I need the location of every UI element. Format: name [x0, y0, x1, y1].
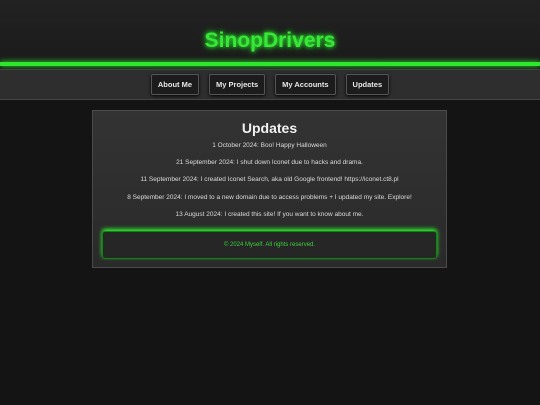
- update-item: 1 October 2024: Boo! Happy Halloween: [212, 142, 327, 149]
- update-item: 13 August 2024: I created this site! If …: [175, 210, 364, 218]
- update-item: 11 September 2024: I created Iconet Sear…: [140, 176, 399, 184]
- nav-buttons: About Me My Projects My Accounts Updates: [0, 74, 540, 95]
- footer-copyright: © 2024 Myself. All rights reserved.: [223, 242, 316, 248]
- nav-my-accounts-button[interactable]: My Accounts: [275, 74, 336, 95]
- nav-about-me-button[interactable]: About Me: [150, 74, 200, 95]
- nav-bar: About Me My Projects My Accounts Updates: [0, 69, 540, 100]
- update-item: 21 September 2024: I shut down Iconet du…: [176, 159, 363, 167]
- footer: © 2024 Myself. All rights reserved.: [102, 231, 437, 259]
- site-header: SinopDrivers: [0, 0, 540, 62]
- updates-panel: Updates 1 October 2024: Boo! Happy Hallo…: [92, 110, 447, 268]
- page-title: Updates: [241, 120, 298, 136]
- updates-list: 1 October 2024: Boo! Happy Halloween 21 …: [93, 142, 446, 219]
- nav-updates-button[interactable]: Updates: [345, 74, 390, 95]
- update-item: 8 September 2024: I moved to a new domai…: [127, 193, 412, 201]
- header-divider: [0, 62, 540, 66]
- site-title: SinopDrivers: [204, 29, 336, 52]
- nav-my-projects-button[interactable]: My Projects: [209, 74, 266, 95]
